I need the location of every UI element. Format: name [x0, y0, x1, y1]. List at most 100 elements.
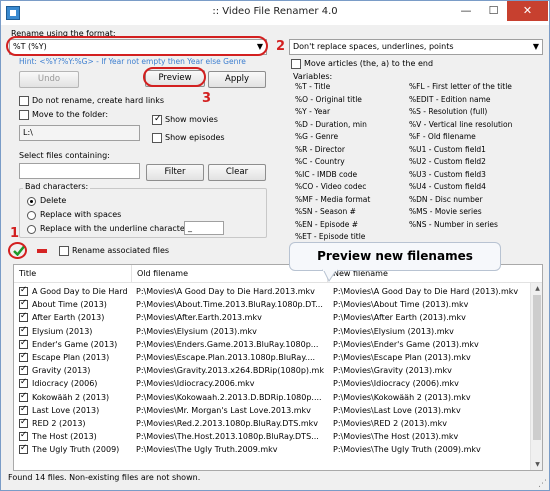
- table-row[interactable]: Idiocracy (2006) P:\Movies\Idiocracy.2006…: [14, 377, 530, 390]
- minimize-button[interactable]: —: [452, 1, 480, 21]
- scroll-down-icon[interactable]: ▼: [531, 459, 542, 470]
- move-to-folder-label: Move to the folder:: [32, 110, 109, 119]
- scroll-up-icon[interactable]: ▲: [531, 283, 542, 295]
- move-to-folder-checkbox[interactable]: [19, 110, 29, 120]
- new-filename-cell: P:\Movies\About Time (2013).mkv: [333, 300, 469, 310]
- column-title-header[interactable]: Title: [14, 265, 132, 283]
- variable-item: %U2 - Custom field2: [409, 157, 486, 166]
- files-table: Title Old filename New filename A Good D…: [13, 264, 543, 471]
- select-files-label: Select files containing:: [19, 151, 110, 160]
- undo-button[interactable]: Undo: [19, 71, 79, 88]
- do-not-rename-checkbox[interactable]: [19, 96, 29, 106]
- variable-item: %ET - Episode title: [295, 232, 366, 241]
- row-checkbox[interactable]: [19, 351, 28, 362]
- clear-button[interactable]: Clear: [208, 164, 266, 181]
- apply-button[interactable]: Apply: [208, 71, 266, 88]
- new-filename-cell: P:\Movies\The Host (2013).mkv: [333, 432, 459, 442]
- title-cell: After Earth (2013): [32, 313, 105, 323]
- underline-char-field[interactable]: _: [184, 221, 224, 235]
- table-row[interactable]: Ender's Game (2013) P:\Movies\Enders.Game…: [14, 338, 530, 351]
- table-row[interactable]: The Ugly Truth (2009) P:\Movies\The Ugly …: [14, 443, 530, 456]
- show-movies-checkbox[interactable]: [152, 114, 162, 125]
- table-row[interactable]: Gravity (2013) P:\Movies\Gravity.2013.x26…: [14, 364, 530, 377]
- new-filename-cell: P:\Movies\Idiocracy (2006).mkv: [333, 379, 459, 389]
- annotation-number-2: 2: [276, 39, 286, 54]
- variable-item: %EN - Episode #: [295, 219, 359, 229]
- radio-replace-underline[interactable]: [27, 225, 36, 234]
- filter-button[interactable]: Filter: [146, 164, 204, 181]
- variables-list: %T - Title %O - Original title %Y - Year %D…: [292, 82, 545, 242]
- variable-item: %DN - Disc number: [409, 194, 483, 204]
- variable-item: %IC - IMDB code: [295, 169, 358, 179]
- maximize-button[interactable]: ☐: [480, 1, 507, 21]
- old-filename-cell: P:\Movies\Red.2.2013.1080p.BluRay.DTS.mk…: [136, 419, 319, 428]
- radio-replace-underline-label: Replace with the underline characters:: [40, 224, 195, 233]
- table-row[interactable]: Kokowääh 2 (2013) P:\Movies\Kokowaah.2.20…: [14, 391, 530, 404]
- bad-characters-label: Bad characters:: [23, 182, 91, 191]
- row-checkbox[interactable]: [19, 338, 28, 349]
- new-filename-cell: P:\Movies\Last Love (2013).mkv: [333, 405, 461, 415]
- row-checkbox[interactable]: [19, 417, 28, 428]
- spaces-option-combobox[interactable]: Don't replace spaces, underlines, points…: [289, 39, 543, 55]
- old-filename-cell: P:\Movies\Idiocracy.2006.mkv: [136, 379, 255, 389]
- row-checkbox[interactable]: [19, 364, 28, 376]
- annotation-number-1: 1: [10, 226, 20, 241]
- title-bar: :: Video File Renamer 4.0 — ☐ ✕: [1, 1, 549, 25]
- articles-label: Move articles (the, a) to the end: [304, 59, 434, 68]
- radio-delete[interactable]: [27, 197, 36, 206]
- old-filename-cell: P:\Movies\Kokowaah.2.2013.D.BDRip.1080p.…: [136, 392, 322, 402]
- annotation-oval-preview: [143, 67, 206, 87]
- table-row[interactable]: RED 2 (2013) P:\Movies\Red.2.2013.1080p.B…: [14, 417, 530, 430]
- show-episodes-label: Show episodes: [165, 133, 225, 142]
- row-checkbox[interactable]: [19, 404, 28, 415]
- variable-item: %FL - First letter of the title: [409, 82, 512, 91]
- old-filename-cell: P:\Movies\The.Host.2013.1080p.BluRay.DTS…: [136, 432, 319, 442]
- annotation-oval-check-all: [8, 242, 27, 259]
- table-row[interactable]: After Earth (2013) P:\Movies\After.Earth.…: [14, 311, 530, 324]
- variable-item: %SN - Season #: [295, 207, 356, 216]
- folder-field[interactable]: L:\: [19, 125, 140, 141]
- table-scrollbar[interactable]: ▲ ▼: [530, 283, 542, 470]
- format-hint: Hint: <%Y?%Y:%G> - If Year not empty the…: [19, 57, 246, 66]
- filter-input[interactable]: [19, 163, 140, 179]
- articles-checkbox[interactable]: [291, 59, 301, 69]
- new-filename-cell: P:\Movies\RED 2 (2013).mkv: [333, 419, 448, 428]
- variable-item: %U1 - Custom field1: [409, 144, 486, 154]
- callout-pointer: [322, 269, 338, 282]
- show-episodes-checkbox[interactable]: [152, 133, 162, 143]
- variable-item: %D - Duration, min: [295, 119, 367, 129]
- row-checkbox[interactable]: [19, 311, 28, 323]
- table-row[interactable]: Last Love (2013) P:\Movies\Mr. Morgan's L…: [14, 404, 530, 417]
- variable-item: %NS - Number in series: [409, 219, 498, 229]
- variable-item: %U4 - Custom field4: [409, 182, 486, 191]
- title-cell: Idiocracy (2006): [32, 379, 98, 389]
- variable-item: %U3 - Custom field3: [409, 169, 486, 179]
- table-row[interactable]: The Host (2013) P:\Movies\The.Host.2013.1…: [14, 430, 530, 443]
- resize-grip-icon[interactable]: ⋰: [538, 479, 547, 489]
- title-cell: A Good Day to Die Hard (2013): [32, 287, 128, 296]
- table-row[interactable]: About Time (2013) P:\Movies\About.Time.20…: [14, 298, 530, 311]
- close-button[interactable]: ✕: [507, 1, 548, 21]
- row-checkbox[interactable]: [19, 443, 28, 455]
- radio-replace-spaces[interactable]: [27, 211, 36, 220]
- row-checkbox[interactable]: [19, 391, 28, 402]
- row-checkbox[interactable]: [19, 285, 28, 296]
- row-checkbox[interactable]: [19, 430, 28, 442]
- variable-item: %MF - Media format: [295, 194, 371, 204]
- rename-associated-checkbox[interactable]: [59, 246, 69, 256]
- old-filename-cell: P:\Movies\Escape.Plan.2013.1080p.BluRay.…: [136, 353, 316, 362]
- old-filename-cell: P:\Movies\About.Time.2013.BluRay.1080p.D…: [136, 300, 323, 310]
- variable-item: %EDIT - Edition name: [409, 94, 491, 104]
- table-row[interactable]: A Good Day to Die Hard (2013) P:\Movies\A…: [14, 285, 530, 298]
- uncheck-all-icon[interactable]: [37, 249, 47, 253]
- row-checkbox[interactable]: [19, 298, 28, 310]
- table-row[interactable]: Elysium (2013) P:\Movies\Elysium (2013).m…: [14, 325, 530, 338]
- row-checkbox[interactable]: [19, 325, 28, 336]
- row-checkbox[interactable]: [19, 377, 28, 389]
- old-filename-cell: P:\Movies\Gravity.2013.x264.BDRip(1080p)…: [136, 366, 324, 376]
- table-row[interactable]: Escape Plan (2013) P:\Movies\Escape.Plan.…: [14, 351, 530, 364]
- old-filename-cell: P:\Movies\A Good Day to Die Hard.2013.mk…: [136, 287, 315, 296]
- new-filename-cell: P:\Movies\After Earth (2013).mkv: [333, 313, 466, 323]
- scrollbar-thumb[interactable]: [533, 295, 541, 440]
- old-filename-cell: P:\Movies\The Ugly Truth.2009.mkv: [136, 445, 278, 455]
